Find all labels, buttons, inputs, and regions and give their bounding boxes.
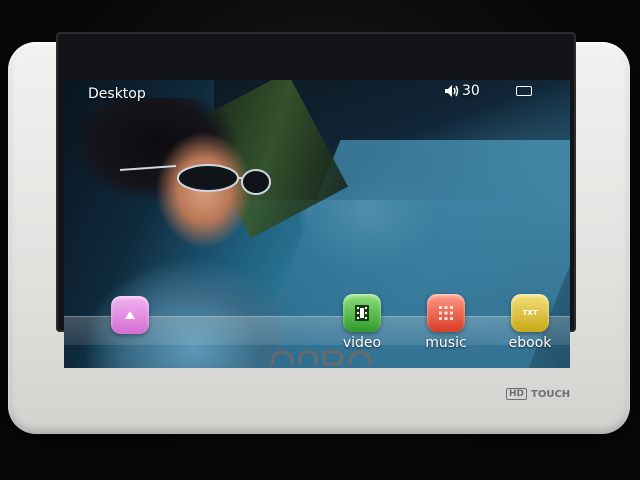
speaker-icon [445, 85, 459, 97]
status-bar: Desktop 30 [64, 80, 570, 106]
film-icon [343, 294, 381, 332]
device-screen: Desktop 30 video music TXT ebook [64, 80, 570, 368]
touch-label: TOUCH [531, 388, 571, 400]
app-ebook-label: ebook [508, 335, 552, 351]
app-music[interactable]: music [416, 294, 476, 351]
sunglasses-shape [119, 164, 271, 195]
battery-icon [516, 86, 532, 96]
triangle-up-icon [111, 296, 149, 334]
ebook-glyph-text: TXT [522, 309, 538, 317]
app-ebook[interactable]: TXT ebook [500, 294, 560, 351]
grid-icon [427, 294, 465, 332]
app-music-label: music [425, 335, 467, 351]
book-icon: TXT [511, 294, 549, 332]
app-video[interactable]: video [332, 294, 392, 351]
onda-logo [270, 350, 372, 366]
hd-touch-badge: HD TOUCH [506, 388, 570, 400]
photo-scene: Desktop 30 video music TXT ebook HD TOUC… [0, 0, 640, 480]
screen-title: Desktop [88, 86, 146, 102]
main-menu-button[interactable] [100, 296, 160, 334]
volume-indicator[interactable]: 30 [444, 83, 480, 99]
volume-level: 30 [462, 83, 480, 99]
hd-badge: HD [506, 388, 528, 400]
